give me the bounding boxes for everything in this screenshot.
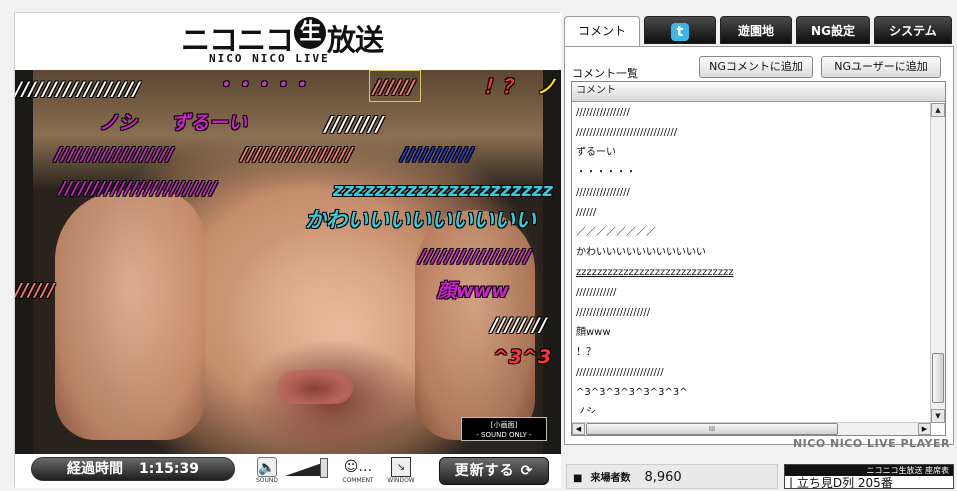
video-mouth [277,370,353,404]
overlay-comment: ////////////////// [15,78,140,100]
speaker-icon: 🔈 [257,457,277,477]
volume-knob[interactable] [320,458,328,478]
overlay-comment: //////// [325,112,384,136]
scroll-up-arrow-icon[interactable]: ▲ [931,103,945,117]
comment-row[interactable]: ／／／／／／／／ [572,223,931,243]
window-resize-icon: ↘ [391,457,411,477]
overlay-comment: ^3^3 [493,346,552,368]
logo-badge: 生 [294,17,327,49]
tab-system[interactable]: システム [874,16,952,44]
elapsed-label: 経過時間 [67,461,124,477]
sound-only-badge: [小画面] - SOUND ONLY - [461,417,547,441]
comment-row[interactable]: //////////// [572,283,931,303]
tab-twitter[interactable]: t [644,16,716,44]
tab-amusement-park[interactable]: 遊園地 [720,16,792,44]
overlay-comment: zzzzzzzzzzzzzzzzzzzzz [333,180,554,201]
overlay-comment: ！？ [483,76,522,98]
comment-list[interactable]: コメント ///////////////////////////////////… [571,81,946,436]
logo-subtitle: NICO NICO LIVE [209,52,330,65]
tab-ng-settings[interactable]: NG設定 [796,16,870,44]
video-hand-left [55,190,205,440]
comment-toggle-button[interactable]: ☺… COMMENT [337,457,379,484]
overlay-comment: /////////// [401,144,474,165]
visitor-icon: ■ [573,473,583,484]
overlay-comment: ////////////////// [55,144,174,165]
comment-row[interactable]: ////// [572,203,931,223]
comment-tab-body: コメント一覧 NGコメントに追加 NGユーザーに追加 コメント ////////… [564,46,954,445]
overlay-comment: かわいいいいいいいいい [305,208,536,232]
sound-only-line1: [小画面] [490,421,518,429]
seat-title: ニコニコ生放送 座席表 [866,466,949,475]
comment-row[interactable]: ////////////////////////// [572,363,931,383]
comment-row[interactable]: //////////////// [572,103,931,123]
elapsed-time-display: 経過時間 1:15:39 [31,457,235,481]
overlay-comment: //////// [491,314,547,336]
window-button[interactable]: ↘ WINDOW [383,457,419,484]
sound-label: SOUND [255,477,279,484]
player-controls: 経過時間 1:15:39 🔈 SOUND ☺… COMMENT ↘ WINDOW … [15,454,561,488]
comment-row[interactable]: ・・・・・・ [572,163,931,183]
visitor-count: ■ 来場者数 8,960 [566,464,778,489]
horizontal-scrollbar[interactable]: ◀ III ▶ [572,422,931,435]
twitter-icon: t [671,22,689,41]
seat-info: ニコニコ生放送 座席表 | 立ち見D列 205番 [784,464,954,489]
comment-row[interactable]: zzzzzzzzzzzzzzzzzzzzzzzzzzzzzz [572,263,931,283]
comment-row[interactable]: ！？ [572,343,931,363]
scroll-left-arrow-icon[interactable]: ◀ [572,423,585,435]
refresh-label: 更新する [454,463,515,479]
seat-text: | 立ち見D列 205番 [785,476,953,488]
comment-row[interactable]: ^3^3^3^3^3^3^3^ [572,383,931,403]
player-brand-label: NICO NICO LIVE PLAYER [792,437,950,450]
video-stream[interactable]: ////////////////// ・・・・・ ////// ！？ ノ ノシ … [15,70,561,454]
add-ng-comment-button[interactable]: NGコメントに追加 [699,56,813,78]
scroll-right-arrow-icon[interactable]: ▶ [918,423,931,435]
overlay-comment: ///////////////// [419,246,531,267]
visitors-label: 来場者数 [590,473,631,484]
comment-row[interactable]: ずるーい [572,143,931,163]
overlay-comment: ノ [537,76,557,98]
overlay-comment: //////////////////////// [59,178,217,199]
panel-tabs: コメント t 遊園地 NG設定 システム [564,16,954,47]
player: ニコニコ生放送 NICO NICO LIVE /////////////////… [14,12,561,488]
sound-button[interactable]: 🔈 SOUND [255,457,279,484]
comment-row[interactable]: ノシ [572,403,931,413]
niconico-live-logo: ニコニコ生放送 NICO NICO LIVE [15,13,561,69]
overlay-comment: ノシ [99,112,138,134]
elapsed-time: 1:15:39 [139,461,199,477]
overlay-comment: ////// [373,76,415,98]
comment-rows: ////////////////////////////////////////… [572,103,931,413]
comment-row[interactable]: 顔www [572,323,931,343]
column-header-comment[interactable]: コメント [572,82,945,102]
vertical-scroll-thumb[interactable] [932,353,944,403]
overlay-comment: ずるーい [171,112,248,134]
comment-panel: コメント t 遊園地 NG設定 システム コメント一覧 NGコメントに追加 NG… [564,12,954,457]
tab-comment[interactable]: コメント [564,16,640,47]
logo-title-right: 放送 [327,23,384,57]
sound-only-line2: - SOUND ONLY - [476,431,532,439]
comment-row[interactable]: かわいいいいいいいいいいい [572,243,931,263]
comment-label: COMMENT [342,477,374,484]
window-label: WINDOW [387,477,415,484]
comment-row[interactable]: //////////////// [572,183,931,203]
comment-row[interactable]: ////////////////////////////// [572,123,931,143]
refresh-icon: ⟳ [520,463,534,479]
scroll-down-arrow-icon[interactable]: ▼ [931,409,945,423]
volume-slider[interactable] [285,462,325,476]
horizontal-scroll-thumb[interactable]: III [586,423,838,435]
refresh-button[interactable]: 更新する ⟳ [439,457,549,485]
overlay-comment: ///////////////// [241,144,353,165]
comment-row[interactable]: ////////////////////// [572,303,931,323]
add-ng-user-button[interactable]: NGユーザーに追加 [821,56,941,78]
visitors-value: 8,960 [644,470,682,485]
overlay-comment: 顔www [437,280,509,302]
vertical-scrollbar[interactable]: ▲ ▼ [930,103,945,423]
comment-list-label: コメント一覧 [572,67,638,80]
overlay-comment: ////// [15,280,55,301]
overlay-comment: ・・・・・ [215,74,311,96]
comment-face-icon: ☺… [343,459,373,475]
